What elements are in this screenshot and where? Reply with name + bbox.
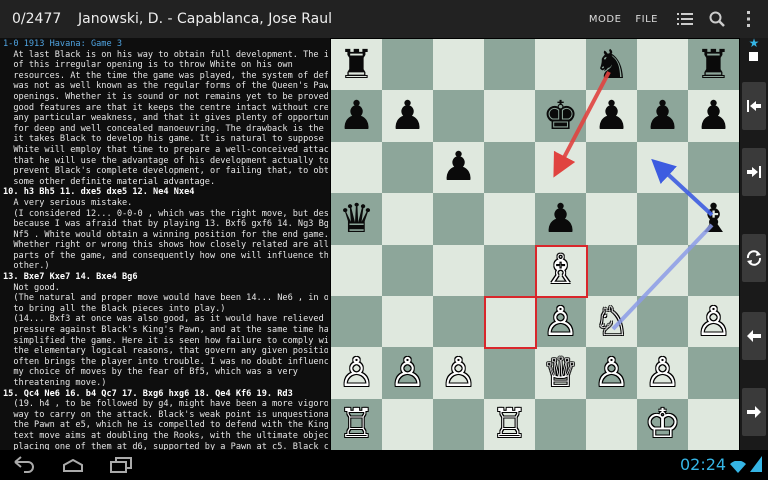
red-arrow: [553, 71, 611, 178]
move-line[interactable]: 13. Bxe7 Kxe7 14. Bxe4 Bg6: [3, 272, 328, 283]
move-notation-panel[interactable]: 1-0 1913 Havana: Game 3 At last Black is…: [0, 38, 330, 450]
list-icon[interactable]: [672, 6, 698, 32]
comment-line: resources. At the time the game was play…: [3, 70, 328, 81]
comment-line: (I considered 12... 0-0-0 , which was th…: [3, 208, 328, 219]
comment-line: way to carry on the attack. Black's weak…: [3, 409, 328, 420]
clock: 02:24: [680, 455, 727, 474]
light-blue-arrow: [611, 223, 714, 331]
comment-line: pressure against Black's King's Pawn, an…: [3, 325, 328, 336]
square-icon: [749, 52, 758, 61]
comment-line: because I was afraid that by playing 13.…: [3, 219, 328, 230]
comment-line: placing one of them at d6, supported by …: [3, 441, 328, 450]
back-nav-icon[interactable]: [12, 455, 36, 477]
forward-icon[interactable]: [742, 388, 766, 436]
comment-line: simplified the game. Here it is seen how…: [3, 335, 328, 346]
comment-line: threatening move.): [3, 378, 107, 388]
comment-line: A very serious mistake.: [3, 197, 133, 208]
comment-line: White will employ that time to prepare a…: [3, 144, 328, 155]
right-toolbar: ★: [740, 36, 768, 450]
comment-line: good features are that it keeps the cent…: [3, 102, 328, 113]
comment-line: text move aims at doubling the Rooks, wi…: [3, 430, 328, 441]
mode-button[interactable]: MODE: [589, 14, 622, 25]
comment-line: (19. h4 , to be followed by g4, might ha…: [3, 399, 328, 410]
comment-line: was not as well known as the regular for…: [3, 81, 328, 92]
file-button[interactable]: FILE: [635, 14, 658, 25]
home-nav-icon[interactable]: [62, 458, 84, 477]
comment-line: my choice of moves by the fear of Bf5, w…: [3, 367, 298, 378]
comment-line: for deep and well concealed manoeuvring.…: [13, 123, 324, 134]
move-last-icon[interactable]: [742, 148, 766, 196]
recent-apps-icon[interactable]: [110, 457, 132, 477]
comment-line: to bring all the Black pieces into play.…: [3, 303, 226, 314]
comment-line: openings. Whether it is sound or not rem…: [3, 91, 328, 102]
comment-line: of this irregular opening is to throw Wh…: [3, 60, 293, 71]
move-line[interactable]: 15. Qc4 Ne6 16. b4 Qc7 17. Bxg6 hxg6 18.…: [3, 389, 328, 400]
comment-line: (14... Bxf3 at once was also good, as it…: [3, 314, 328, 325]
wifi-icon: [730, 458, 746, 477]
star-icon[interactable]: ★: [740, 36, 768, 50]
comment-line: other.): [3, 261, 50, 272]
comment-line: Not good.: [3, 282, 60, 293]
move-line[interactable]: 10. h3 Bh5 11. dxe5 dxe5 12. Ne4 Nxe4: [3, 187, 328, 198]
battery-icon: [750, 456, 762, 476]
comment-line: Whether right or wrong this shows how cl…: [3, 240, 328, 251]
game-title: Janowski, D. - Capablanca, Jose Raul: [78, 11, 333, 27]
comment-line: some other definite material advantage.: [3, 176, 216, 187]
back-icon[interactable]: [742, 312, 766, 360]
game-header-line: 1-0 1913 Havana: Game 3: [3, 39, 122, 49]
comment-line: often brings the player into trouble. I …: [3, 356, 328, 367]
comment-line: At last Black is on his way to obtain fu…: [3, 49, 328, 60]
comment-line: any particular weakness, and that it giv…: [3, 113, 328, 124]
chess-board[interactable]: ♜ ♞ ♜ ♟ ♟ ♚ ♟ ♟ ♟ ♟ ♛ ♟ ♝ ♗ ♙ ♘ ♙ ♙ ♙ ♙ ♕ ♙ ♙ ♖ ♖ ♔: [331, 39, 739, 451]
comment-line: parts of the game, and consequently how …: [3, 250, 328, 261]
system-nav-bar: [0, 450, 768, 480]
search-icon[interactable]: [704, 6, 730, 32]
move-first-icon[interactable]: [742, 82, 766, 130]
comment-line: Nf5 . White would obtain a winning posit…: [3, 229, 328, 240]
comment-line: prevent Black's complete development, or…: [3, 166, 328, 177]
game-counter[interactable]: 0/2477: [12, 11, 64, 27]
move-arrows: [553, 71, 714, 331]
comment-line: that he will use the advantage of his de…: [3, 155, 328, 166]
comment-line: (The natural and proper move would have …: [3, 293, 328, 304]
blue-arrow: [651, 158, 714, 217]
comment-line: the Pawn at e5, which he is compelled to…: [3, 420, 328, 431]
overflow-menu-icon[interactable]: [736, 6, 762, 32]
flip-icon[interactable]: [742, 234, 766, 282]
comment-line: it takes Black to develop his game. It i…: [3, 134, 328, 145]
action-bar: 0/2477 Janowski, D. - Capablanca, Jose R…: [0, 0, 768, 38]
comment-line: the elementary logical reasons, that gov…: [3, 346, 328, 357]
